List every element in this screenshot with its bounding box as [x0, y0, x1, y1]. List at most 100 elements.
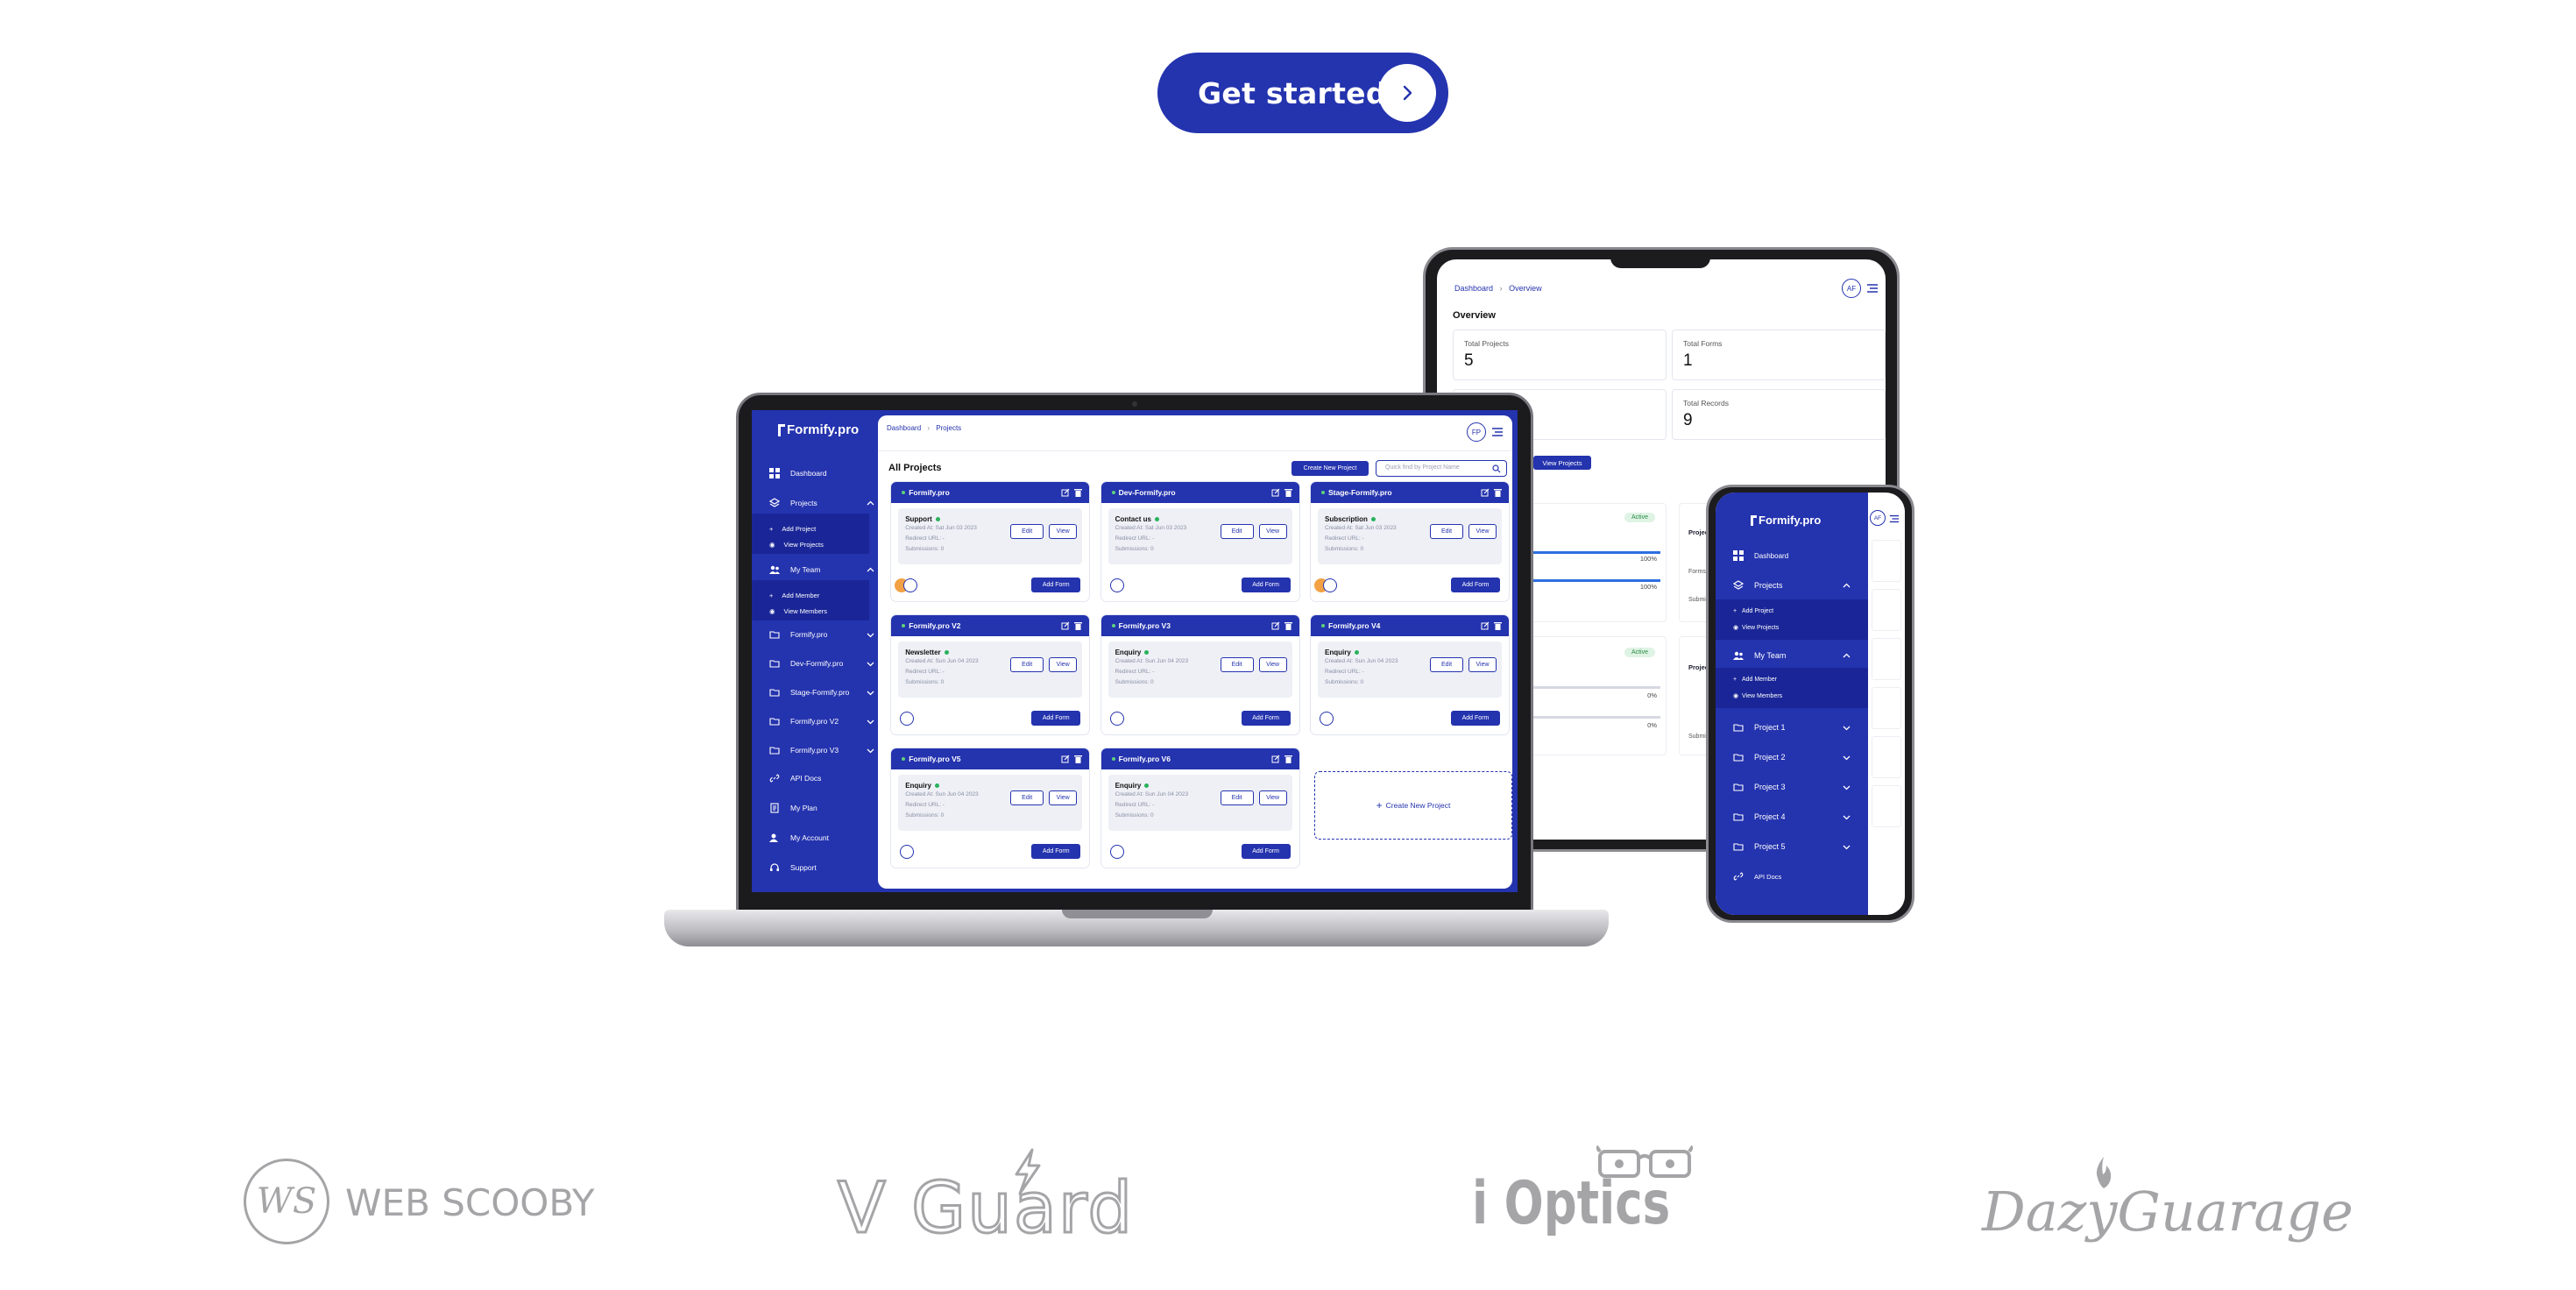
trash-icon[interactable]: [1074, 621, 1083, 630]
edit-button[interactable]: Edit: [1010, 657, 1044, 672]
add-form-button[interactable]: Add Form: [1451, 711, 1500, 726]
menu-icon[interactable]: [1866, 282, 1879, 294]
add-form-button[interactable]: Add Form: [1031, 711, 1081, 726]
sidebar-item-add-project[interactable]: + Add Project: [752, 521, 869, 536]
add-member-icon[interactable]: [1109, 712, 1124, 726]
edit-icon[interactable]: [1271, 755, 1280, 763]
edit-icon[interactable]: [1271, 621, 1280, 630]
add-member-icon[interactable]: [1323, 578, 1337, 592]
edit-icon[interactable]: [1061, 755, 1070, 763]
sidebar-item-view-projects[interactable]: ◉ View Projects: [752, 536, 869, 552]
sidebar-item-project-4[interactable]: Formify.pro V2: [769, 716, 874, 727]
add-member-icon[interactable]: [900, 712, 915, 726]
trash-icon[interactable]: [1074, 755, 1083, 763]
sidebar-item-project-5[interactable]: Formify.pro V3: [769, 745, 874, 755]
sidebar-item-my-account[interactable]: My Account: [769, 833, 829, 843]
status-badge: Active: [1624, 648, 1655, 657]
trash-icon[interactable]: [1284, 755, 1292, 763]
add-form-button[interactable]: Add Form: [1451, 578, 1500, 592]
sidebar-item-dashboard[interactable]: Dashboard: [1733, 550, 1788, 561]
view-button[interactable]: View: [1468, 657, 1497, 672]
sidebar-item-project-3[interactable]: Project 3: [1733, 782, 1851, 792]
sidebar-item-add-member[interactable]: + Add Member: [1733, 677, 1777, 683]
sidebar-item-project-5[interactable]: Project 5: [1733, 841, 1851, 852]
edit-icon[interactable]: [1481, 488, 1490, 497]
sidebar-item-projects[interactable]: Projects: [1733, 580, 1851, 591]
add-member-icon[interactable]: [900, 845, 915, 859]
edit-icon[interactable]: [1061, 621, 1070, 630]
view-button[interactable]: View: [1258, 790, 1287, 805]
add-form-button[interactable]: Add Form: [1031, 844, 1081, 859]
add-form-button[interactable]: Add Form: [1241, 844, 1291, 859]
edit-icon[interactable]: [1271, 488, 1280, 497]
card-title: Formify.pro V5: [909, 755, 961, 763]
trash-icon[interactable]: [1284, 621, 1292, 630]
breadcrumb-dashboard[interactable]: Dashboard: [887, 424, 921, 432]
sidebar-item-dashboard[interactable]: Dashboard: [769, 468, 827, 478]
team-icon: [1733, 651, 1744, 660]
view-button[interactable]: View: [1049, 657, 1078, 672]
add-form-button[interactable]: Add Form: [1241, 578, 1291, 592]
view-button[interactable]: View: [1049, 790, 1078, 805]
sidebar-item-project-1[interactable]: Project 1: [1733, 722, 1851, 733]
breadcrumb-projects[interactable]: Projects: [936, 424, 961, 432]
avatar[interactable]: FP: [1467, 422, 1486, 442]
breadcrumb-dashboard[interactable]: Dashboard: [1454, 284, 1493, 293]
trash-icon[interactable]: [1494, 621, 1502, 630]
view-button[interactable]: View: [1049, 524, 1078, 539]
sidebar-item-project-1[interactable]: Formify.pro: [769, 629, 874, 640]
sidebar-item-view-members[interactable]: ◉ View Members: [752, 603, 869, 619]
add-member-icon[interactable]: [1320, 712, 1334, 726]
get-started-button[interactable]: Get started: [1157, 53, 1448, 133]
sidebar-item-projects[interactable]: Projects: [769, 498, 874, 508]
sidebar-label: Dashboard: [790, 469, 827, 478]
view-button[interactable]: View: [1258, 524, 1287, 539]
view-button[interactable]: View: [1258, 657, 1287, 672]
brand-logo[interactable]: Formify.pro: [1751, 514, 1821, 527]
edit-button[interactable]: Edit: [1010, 524, 1044, 539]
sidebar-item-add-project[interactable]: + Add Project: [1733, 608, 1773, 614]
sidebar-item-api-docs[interactable]: API Docs: [1733, 871, 1781, 882]
avatar[interactable]: AF: [1870, 510, 1886, 526]
trash-icon[interactable]: [1494, 488, 1502, 497]
sidebar-item-view-members[interactable]: ◉ View Members: [1733, 692, 1782, 699]
chevron-up-icon: [867, 500, 874, 505]
edit-button[interactable]: Edit: [1220, 790, 1254, 805]
search-input[interactable]: Quick find by Project Name: [1376, 460, 1507, 477]
breadcrumb-overview[interactable]: Overview: [1509, 284, 1542, 293]
edit-button[interactable]: Edit: [1220, 657, 1254, 672]
edit-button[interactable]: Edit: [1430, 524, 1463, 539]
edit-button[interactable]: Edit: [1430, 657, 1463, 672]
add-member-icon[interactable]: [1109, 578, 1124, 592]
camera-dot: [1132, 401, 1137, 407]
brand-logo[interactable]: Formify.pro: [778, 422, 859, 437]
sidebar-item-my-plan[interactable]: My Plan: [769, 803, 817, 813]
sidebar-item-view-projects[interactable]: ◉ View Projects: [1733, 624, 1779, 631]
add-member-icon[interactable]: [903, 578, 918, 592]
view-projects-button[interactable]: View Projects: [1533, 456, 1591, 470]
edit-icon[interactable]: [1481, 621, 1490, 630]
sidebar-item-project-4[interactable]: Project 4: [1733, 812, 1851, 822]
add-member-icon[interactable]: [1109, 845, 1124, 859]
sidebar-item-support[interactable]: Support: [769, 862, 817, 873]
create-new-project-button[interactable]: Create New Project: [1292, 461, 1369, 476]
sidebar-item-project-2[interactable]: Dev-Formify.pro: [769, 658, 874, 669]
add-form-button[interactable]: Add Form: [1241, 711, 1291, 726]
menu-icon[interactable]: [1491, 426, 1504, 438]
edit-button[interactable]: Edit: [1010, 790, 1044, 805]
sidebar-item-my-team[interactable]: My Team: [1733, 650, 1851, 661]
card-title: Formify.pro V6: [1118, 755, 1171, 763]
sidebar-item-project-2[interactable]: Project 2: [1733, 752, 1851, 762]
sidebar-item-my-team[interactable]: My Team: [769, 564, 874, 575]
create-new-project-card[interactable]: + Create New Project: [1314, 771, 1512, 840]
sidebar-item-project-3[interactable]: Stage-Formify.pro: [769, 687, 874, 698]
trash-icon[interactable]: [1074, 488, 1083, 497]
sidebar-item-api-docs[interactable]: API Docs: [769, 773, 821, 783]
trash-icon[interactable]: [1284, 488, 1292, 497]
avatar[interactable]: AF: [1842, 279, 1861, 298]
view-button[interactable]: View: [1468, 524, 1497, 539]
sidebar-item-add-member[interactable]: + Add Member: [752, 587, 869, 603]
edit-icon[interactable]: [1061, 488, 1070, 497]
edit-button[interactable]: Edit: [1220, 524, 1254, 539]
add-form-button[interactable]: Add Form: [1031, 578, 1081, 592]
